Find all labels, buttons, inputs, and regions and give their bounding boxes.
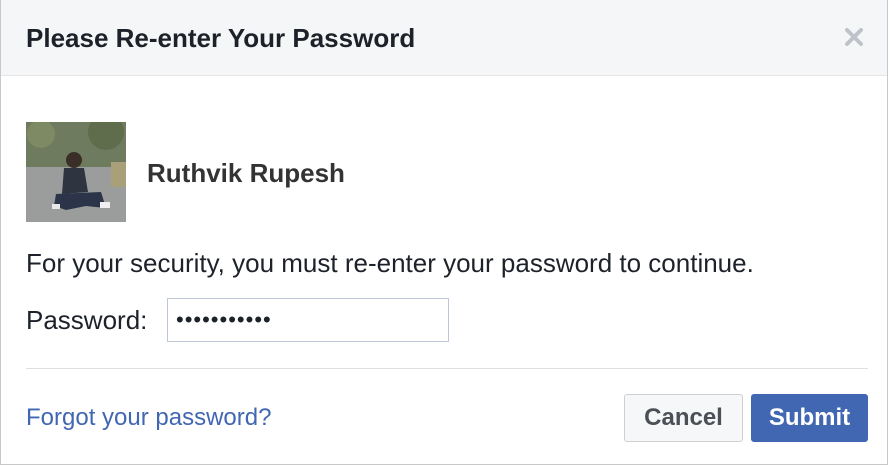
cancel-button[interactable]: Cancel <box>624 394 743 442</box>
user-name: Ruthvik Rupesh <box>147 158 345 188</box>
close-icon[interactable] <box>843 26 865 48</box>
forgot-password-link[interactable]: Forgot your password? <box>26 403 271 433</box>
password-field[interactable] <box>167 298 449 342</box>
security-message: For your security, you must re-enter you… <box>26 248 754 278</box>
password-label: Password: <box>26 305 148 335</box>
submit-button[interactable]: Submit <box>751 394 868 442</box>
avatar <box>26 122 126 222</box>
dialog-header: Please Re-enter Your Password <box>1 0 887 76</box>
divider <box>26 368 868 369</box>
reauth-dialog: Please Re-enter Your Password Ruthvik Ru… <box>0 0 888 465</box>
dialog-title: Please Re-enter Your Password <box>26 23 416 53</box>
